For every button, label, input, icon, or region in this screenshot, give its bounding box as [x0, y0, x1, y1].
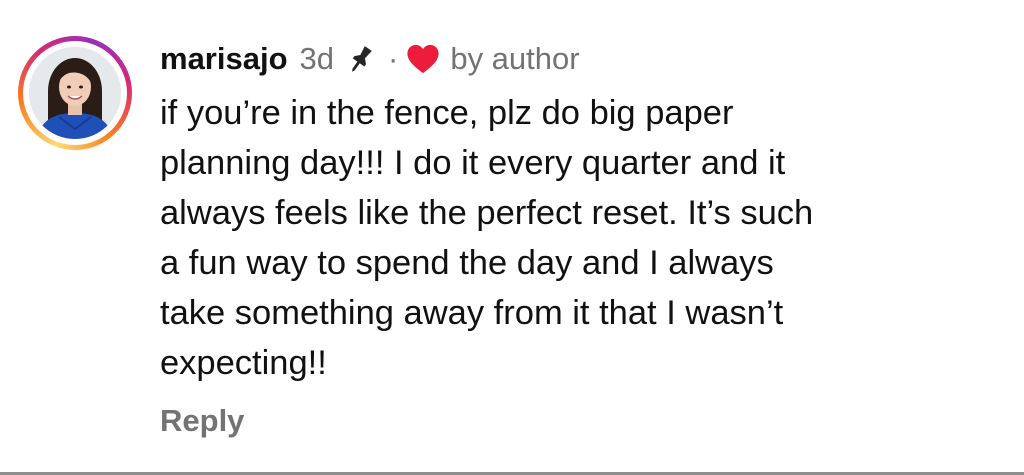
username-link[interactable]: marisajo — [160, 41, 288, 77]
comment-meta: marisajo 3d · by author — [160, 38, 1000, 80]
meta-separator: · — [388, 41, 399, 76]
comment-text: if you’re in the fence, plz do big paper… — [160, 88, 1010, 388]
comment: marisajo 3d · by author if you’re in the… — [0, 0, 1024, 475]
comment-content: marisajo 3d · by author if you’re in the… — [160, 38, 1000, 388]
comment-text-line: a fun way to spend the day and I always — [160, 244, 774, 282]
comment-text-line: if you’re in the fence, plz do big paper — [160, 94, 734, 132]
avatar-ring-gap — [23, 41, 127, 145]
comment-text-line: always feels like the perfect reset. It’… — [160, 194, 814, 232]
heart-icon — [406, 43, 440, 75]
pin-icon — [344, 42, 378, 76]
reply-button[interactable]: Reply — [160, 403, 244, 439]
comment-text-line: planning day!!! I do it every quarter an… — [160, 144, 786, 182]
avatar-photo — [29, 47, 121, 139]
comment-text-line: take something away from it that I wasn’… — [160, 294, 784, 332]
liked-by-author-label: by author — [450, 41, 580, 76]
avatar[interactable] — [29, 47, 121, 139]
comment-timestamp[interactable]: 3d — [300, 41, 334, 77]
avatar-story-ring[interactable] — [18, 36, 132, 150]
comment-text-line: expecting!! — [160, 344, 327, 382]
